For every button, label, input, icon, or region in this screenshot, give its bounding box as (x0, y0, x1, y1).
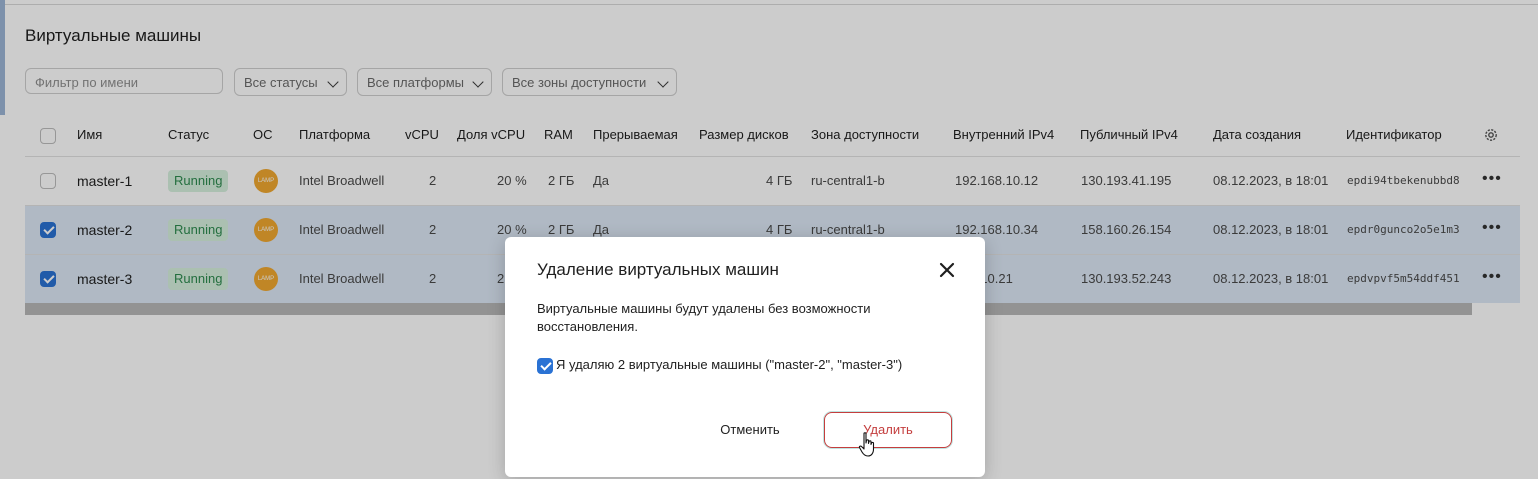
dialog-title: Удаление виртуальных машин (537, 260, 779, 279)
confirm-checkbox[interactable] (537, 358, 553, 374)
hand-cursor-icon (858, 432, 875, 457)
close-icon[interactable] (938, 261, 956, 279)
delete-vm-dialog: Удаление виртуальных машин Виртуальные м… (505, 237, 985, 477)
dialog-message: Виртуальные машины будут удалены без воз… (537, 301, 871, 334)
confirm-checkbox-label[interactable]: Я удаляю 2 виртуальные машины ("master-2… (556, 357, 902, 372)
delete-button[interactable]: Удалить (824, 412, 952, 448)
cancel-button[interactable]: Отменить (705, 414, 795, 446)
